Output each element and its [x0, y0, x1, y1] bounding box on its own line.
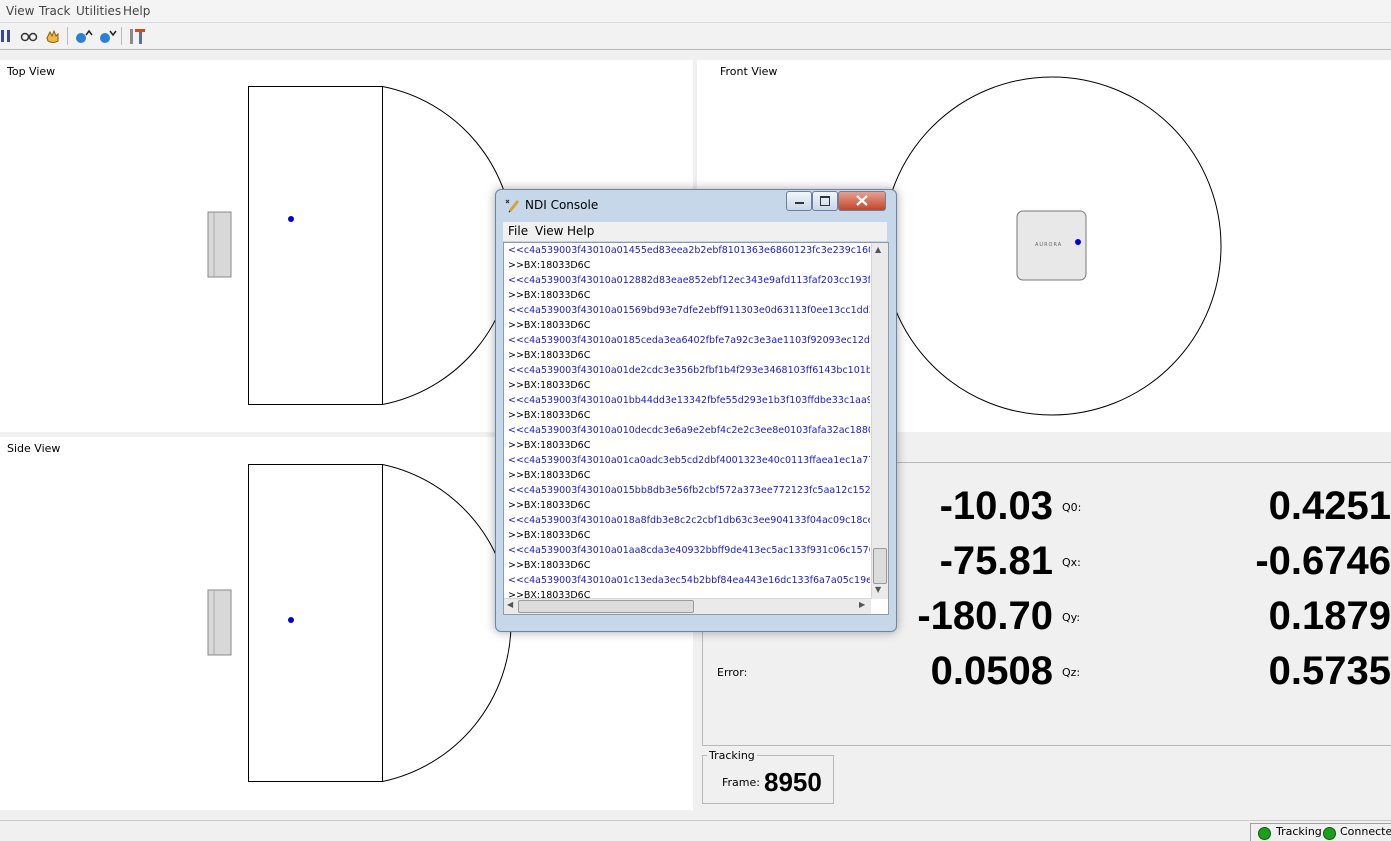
position-y-value: -75.81: [939, 539, 1053, 583]
scroll-right-icon[interactable]: ▶: [859, 600, 865, 609]
measurement-volume-dome: [382, 464, 512, 782]
tool-down-icon[interactable]: [97, 26, 117, 46]
aurora-logo: AURORA: [1035, 242, 1063, 248]
console-line-sent: <<c4a539003f43010a01aa8cda3e40932bbff9de…: [508, 545, 870, 556]
console-line-sent: <<c4a539003f43010a012882d83eae852ebf12ec…: [508, 275, 870, 286]
tool-marker: [288, 216, 294, 222]
scroll-down-icon[interactable]: ▼: [875, 585, 881, 594]
menu-view[interactable]: View: [6, 4, 34, 18]
console-line-received: >>BX:18033D6C: [508, 530, 591, 541]
q0-value: 0.4251: [1268, 484, 1391, 528]
status-cell: Tracking Connected: [1250, 823, 1391, 841]
measurement-volume-box: [248, 86, 383, 405]
close-icon: [856, 195, 868, 206]
pause-icon[interactable]: [0, 26, 20, 46]
console-line-sent: <<c4a539003f43010a010decdc3e6a9e2ebf4c2e…: [508, 425, 870, 436]
toolbar: [0, 23, 1391, 50]
reset-icon[interactable]: [19, 26, 39, 46]
console-app-icon: [504, 197, 520, 213]
console-line-sent: <<c4a539003f43010a01de2cdc3e356b2fbf1b4f…: [508, 365, 870, 376]
console-menu-view[interactable]: View: [535, 224, 563, 238]
error-label: Error:: [717, 666, 748, 679]
maximize-icon: [820, 196, 830, 206]
console-line-received: >>BX:18033D6C: [508, 410, 591, 421]
qy-label: Qy:: [1062, 611, 1081, 624]
console-line-received: >>BX:18033D6C: [508, 500, 591, 511]
frame-value: 8950: [764, 767, 822, 797]
horizontal-scroll-thumb[interactable]: [518, 600, 694, 613]
frame-label: Frame:: [722, 776, 760, 789]
toolbar-separator: [67, 27, 68, 45]
position-x-value: -10.03: [939, 484, 1053, 528]
hand-icon[interactable]: [43, 26, 63, 46]
console-line-received: >>BX:18033D6C: [508, 560, 591, 571]
qx-value: -0.6746: [1255, 539, 1391, 583]
vertical-scroll-thumb[interactable]: [873, 548, 887, 584]
position-z-value: -180.70: [917, 594, 1053, 638]
measurement-volume-box: [248, 464, 383, 782]
console-title: NDI Console: [525, 198, 599, 212]
tracking-group-title: Tracking: [707, 749, 757, 762]
q0-label: Q0:: [1062, 501, 1082, 514]
horizontal-scrollbar[interactable]: ◀ ▶: [504, 598, 871, 614]
connected-status-text: Connected: [1340, 825, 1391, 838]
ndi-console-window[interactable]: NDI Console File View Help <<c4a539003f4…: [495, 189, 897, 632]
menu-help[interactable]: Help: [123, 4, 150, 18]
console-line-received: >>BX:18033D6C: [508, 440, 591, 451]
toolbar-separator: [121, 27, 122, 45]
menu-track[interactable]: Track: [39, 4, 70, 18]
tool-marker: [288, 617, 294, 623]
connected-status-icon: [1323, 827, 1336, 840]
qz-label: Qz:: [1062, 666, 1081, 679]
console-line-received: >>BX:18033D6C: [508, 380, 591, 391]
console-line-received: >>BX:18033D6C: [508, 470, 591, 481]
menu-bar: View Track Utilities Help: [0, 0, 1391, 23]
console-line-sent: <<c4a539003f43010a01c13eda3ec54b2bbf84ea…: [508, 575, 870, 586]
tool-up-icon[interactable]: [73, 26, 93, 46]
qz-value: 0.5735: [1268, 649, 1391, 693]
scroll-up-icon[interactable]: ▲: [875, 245, 881, 254]
settings-tools-icon[interactable]: [127, 26, 147, 46]
close-button[interactable]: [838, 191, 886, 211]
error-value: 0.0508: [930, 649, 1053, 693]
minimize-button[interactable]: [786, 191, 812, 211]
scroll-left-icon[interactable]: ◀: [507, 600, 513, 609]
console-log[interactable]: <<c4a539003f43010a01455ed83eea2b2ebf8101…: [503, 242, 889, 615]
console-line-sent: <<c4a539003f43010a01569bd93e7dfe2ebff911…: [508, 305, 870, 316]
status-bar: Tracking Connected: [0, 820, 1391, 841]
console-menu-file[interactable]: File: [508, 224, 528, 238]
maximize-button[interactable]: [812, 191, 838, 211]
field-generator-side: [207, 211, 232, 278]
console-menu-bar: File View Help: [503, 222, 887, 241]
tracking-status-text: Tracking: [1276, 825, 1322, 838]
tracking-status-icon: [1258, 827, 1271, 840]
console-line-sent: <<c4a539003f43010a01ca0adc3eb5cd2dbf4001…: [508, 455, 870, 466]
console-line-received: >>BX:18033D6C: [508, 290, 591, 301]
vertical-scrollbar[interactable]: ▲ ▼: [871, 243, 888, 599]
console-line-sent: <<c4a539003f43010a0185ceda3ea6402fbfe7a9…: [508, 335, 870, 346]
field-generator-side: [207, 589, 232, 656]
measurement-volume-dome: [382, 86, 514, 405]
console-line-received: >>BX:18033D6C: [508, 350, 591, 361]
console-line-sent: <<c4a539003f43010a01455ed83eea2b2ebf8101…: [508, 245, 870, 256]
console-menu-help[interactable]: Help: [567, 224, 594, 238]
tool-marker: [1075, 239, 1081, 245]
qy-value: 0.1879: [1268, 594, 1391, 638]
console-line-received: >>BX:18033D6C: [508, 320, 591, 331]
console-line-received: >>BX:18033D6C: [508, 260, 591, 271]
minimize-icon: [795, 202, 804, 204]
qx-label: Qx:: [1062, 556, 1081, 569]
menu-utilities[interactable]: Utilities: [76, 4, 121, 18]
console-line-sent: <<c4a539003f43010a018a8fdb3e8c2c2cbf1db6…: [508, 515, 870, 526]
console-line-sent: <<c4a539003f43010a01bb44dd3e13342fbfe55d…: [508, 395, 870, 406]
console-line-sent: <<c4a539003f43010a015bb8db3e56fb2cbf572a…: [508, 485, 870, 496]
